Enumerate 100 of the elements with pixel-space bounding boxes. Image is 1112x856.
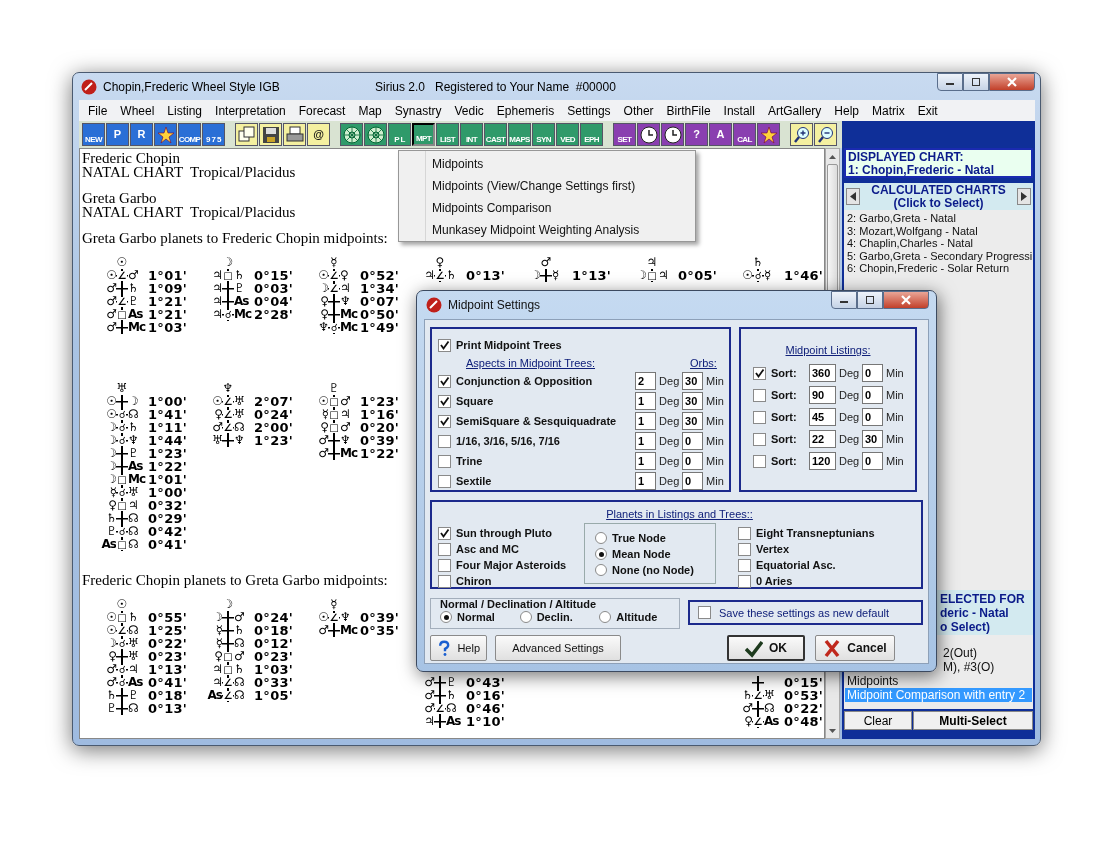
menu-item[interactable]: Ephemeris [489, 103, 561, 118]
menu-item[interactable]: Midpoints [432, 153, 695, 175]
checkbox[interactable] [438, 574, 451, 588]
chart-list-item[interactable]: 5: Garbo,Greta - Secondary Progressi [847, 249, 1030, 262]
checkbox[interactable] [438, 474, 451, 488]
checkbox[interactable] [738, 574, 751, 588]
toolbar-button[interactable]: P L [388, 123, 411, 146]
toolbar-button[interactable]: SYN [532, 123, 555, 146]
checkbox[interactable] [438, 338, 451, 352]
toolbar-button[interactable]: A [709, 123, 732, 146]
next-button[interactable] [1017, 188, 1031, 205]
checkbox[interactable] [438, 558, 451, 572]
menu-item[interactable]: ArtGallery [760, 103, 828, 118]
checkbox[interactable] [438, 454, 451, 468]
degree-field[interactable]: 1 [635, 412, 657, 430]
multi-select-button[interactable]: Multi-Select [913, 711, 1033, 730]
toolbar-button[interactable]: LIST [436, 123, 459, 146]
menu-item[interactable]: Midpoints (View/Change Settings first) [432, 175, 695, 197]
checkbox[interactable] [698, 606, 711, 619]
toolbar-button[interactable]: CAL [733, 123, 756, 146]
checkbox[interactable] [753, 388, 766, 402]
cancel-button[interactable]: Cancel [815, 635, 895, 661]
degree-field[interactable]: 22 [809, 430, 836, 448]
minimize-button[interactable] [937, 73, 963, 91]
degree-field[interactable]: 45 [809, 408, 836, 426]
clear-button[interactable]: Clear [844, 711, 912, 730]
toolbar-button[interactable]: VED [556, 123, 579, 146]
menu-item[interactable]: Forecast [291, 103, 352, 118]
radio-button[interactable] [440, 611, 452, 623]
menu-item[interactable]: Matrix [865, 103, 911, 118]
toolbar-button[interactable] [661, 123, 684, 146]
minute-field[interactable]: 0 [862, 452, 883, 470]
minute-field[interactable]: 30 [682, 412, 704, 430]
chart-list-item[interactable]: 4: Chaplin,Charles - Natal [847, 237, 1030, 250]
toolbar-button[interactable]: EPH [580, 123, 603, 146]
toolbar-button[interactable]: SET [613, 123, 636, 146]
previous-button[interactable] [846, 188, 860, 205]
toolbar-button[interactable]: 9 7 5 [202, 123, 225, 146]
help-button[interactable]: Help [430, 635, 487, 661]
toolbar-button[interactable] [259, 123, 282, 146]
checkbox[interactable] [438, 434, 451, 448]
menu-item[interactable]: Settings [560, 103, 617, 118]
toolbar-button[interactable]: ? [685, 123, 708, 146]
checkbox[interactable] [738, 558, 751, 572]
toolbar-button[interactable]: @ [307, 123, 330, 146]
chart-list-item[interactable]: 3: Mozart,Wolfgang - Natal [847, 224, 1030, 237]
minute-field[interactable]: 0 [682, 452, 704, 470]
toolbar-button[interactable]: MPT [412, 123, 435, 146]
radio-button[interactable] [595, 548, 607, 560]
menu-item[interactable]: Wheel [113, 103, 161, 118]
toolbar-button[interactable]: COMP [178, 123, 201, 146]
degree-field[interactable]: 1 [635, 472, 657, 490]
toolbar-button[interactable]: NEW [82, 123, 105, 146]
report-list-item[interactable]: Midpoints [845, 674, 1032, 688]
toolbar-button[interactable] [235, 123, 258, 146]
degree-field[interactable]: 1 [635, 392, 657, 410]
toolbar-button[interactable] [283, 123, 306, 146]
maximize-button[interactable] [963, 73, 989, 91]
menu-item[interactable]: Midpoints Comparison [432, 197, 695, 219]
toolbar-button[interactable] [814, 123, 837, 146]
minute-field[interactable]: 30 [682, 372, 704, 390]
menu-item[interactable]: Exit [910, 103, 944, 118]
toolbar-button[interactable] [790, 123, 813, 146]
menu-item[interactable]: Synastry [387, 103, 448, 118]
minute-field[interactable]: 30 [682, 392, 704, 410]
menu-item[interactable]: Vedic [447, 103, 490, 118]
chart-list-item[interactable]: 2: Garbo,Greta - Natal [847, 212, 1030, 225]
minute-field[interactable]: 30 [862, 430, 883, 448]
checkbox[interactable] [438, 542, 451, 556]
maximize-button[interactable] [857, 291, 883, 309]
menu-item[interactable]: Help [827, 103, 865, 118]
checkbox[interactable] [753, 432, 766, 446]
report-list-item[interactable]: M), #3(O) [941, 660, 995, 674]
radio-button[interactable] [519, 611, 532, 623]
menu-item[interactable]: Install [716, 103, 761, 118]
report-list-item[interactable]: 2(Out) [941, 646, 977, 660]
toolbar-button[interactable]: CAST [484, 123, 507, 146]
checkbox[interactable] [753, 366, 766, 380]
menu-item[interactable]: Other [616, 103, 660, 118]
menu-item[interactable]: Map [351, 103, 388, 118]
degree-field[interactable]: 2 [635, 372, 657, 390]
checkbox[interactable] [738, 526, 751, 540]
menu-item[interactable]: BirthFile [659, 103, 717, 118]
degree-field[interactable]: 360 [809, 364, 836, 382]
checkbox[interactable] [738, 542, 751, 556]
radio-button[interactable] [599, 611, 612, 623]
checkbox[interactable] [753, 410, 766, 424]
toolbar-button[interactable]: INT [460, 123, 483, 146]
checkbox[interactable] [438, 394, 451, 408]
toolbar-button[interactable]: MAPS [508, 123, 531, 146]
minute-field[interactable]: 0 [862, 386, 883, 404]
degree-field[interactable]: 1 [635, 452, 657, 470]
ok-button[interactable]: OK [727, 635, 805, 661]
checkbox[interactable] [438, 374, 451, 388]
minute-field[interactable]: 0 [682, 432, 704, 450]
checkbox[interactable] [753, 454, 766, 468]
minute-field[interactable]: 0 [862, 408, 883, 426]
chart-list-item[interactable]: 6: Chopin,Frederic - Solar Return [847, 262, 1030, 275]
close-button[interactable] [883, 291, 929, 309]
checkbox[interactable] [438, 414, 451, 428]
